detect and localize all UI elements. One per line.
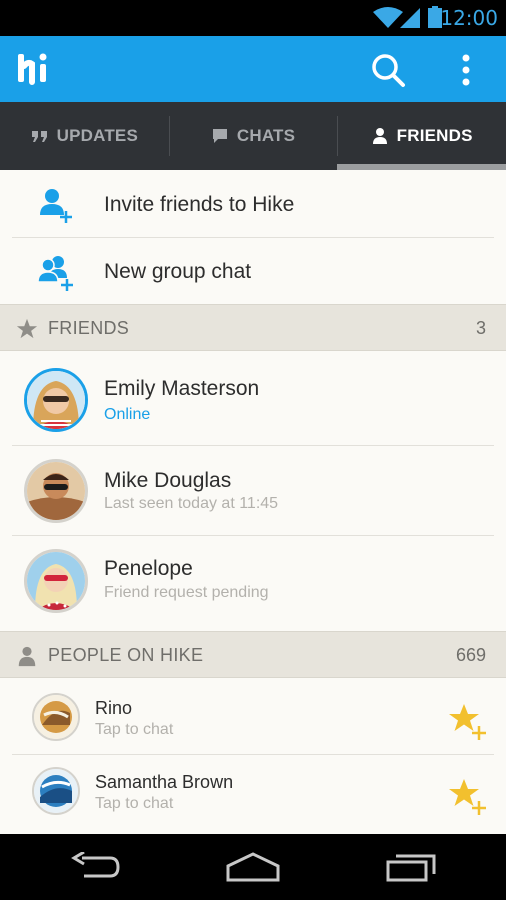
friend-name: Mike Douglas	[104, 469, 232, 492]
new-group-chat-label: New group chat	[104, 259, 252, 283]
avatar	[32, 767, 80, 815]
app-bar	[0, 36, 506, 102]
friend-name: Penelope	[104, 557, 193, 580]
friend-status: Friend request pending	[104, 584, 269, 601]
tab-bar: UPDATES CHATS FRIENDS	[0, 102, 506, 170]
back-icon[interactable]	[70, 852, 122, 882]
add-favorite-icon[interactable]	[448, 777, 488, 817]
chat-bubble-icon	[212, 129, 227, 143]
add-group-icon	[38, 255, 73, 291]
section-title: PEOPLE ON HIKE	[48, 645, 204, 665]
section-count: 3	[475, 318, 486, 338]
new-group-chat-row[interactable]: New group chat	[0, 238, 506, 305]
avatar	[24, 459, 88, 523]
person-subtitle: Tap to chat	[95, 721, 174, 738]
tab-chats[interactable]: CHATS	[168, 102, 338, 170]
person-row[interactable]: Rino Tap to chat	[0, 680, 506, 754]
tab-label: UPDATES	[56, 126, 139, 145]
invite-friends-label: Invite friends to Hike	[104, 192, 295, 216]
person-name: Rino	[95, 698, 133, 718]
tab-label: CHATS	[236, 126, 296, 145]
invite-friends-row[interactable]: Invite friends to Hike	[0, 171, 506, 238]
people-section-header: PEOPLE ON HIKE 669	[0, 631, 506, 678]
friend-row[interactable]: Penelope Friend request pending	[0, 536, 506, 626]
avatar	[24, 368, 88, 432]
add-person-icon	[40, 188, 72, 223]
status-bar: 12:00	[0, 0, 506, 36]
hike-logo-icon	[18, 53, 47, 85]
friends-section-header: FRIENDS 3	[0, 304, 506, 351]
add-favorite-icon[interactable]	[448, 702, 488, 742]
person-icon	[18, 646, 36, 667]
overflow-menu-icon[interactable]	[448, 50, 484, 90]
navigation-bar	[0, 834, 506, 900]
person-icon	[372, 128, 387, 144]
avatar	[24, 549, 88, 613]
friend-status: Last seen today at 11:45	[104, 495, 279, 512]
recent-apps-icon[interactable]	[384, 852, 438, 882]
tab-label: FRIENDS	[396, 126, 473, 145]
signal-icon	[400, 8, 420, 28]
search-icon[interactable]	[368, 50, 408, 90]
home-icon[interactable]	[226, 852, 280, 882]
tab-friends[interactable]: FRIENDS	[337, 102, 506, 170]
friend-status: Online	[104, 406, 151, 423]
friend-row[interactable]: Mike Douglas Last seen today at 11:45	[0, 446, 506, 536]
quote-icon	[31, 131, 47, 142]
section-count: 669	[455, 645, 486, 665]
friend-name: Emily Masterson	[104, 377, 260, 400]
friend-row[interactable]: Emily Masterson Online	[0, 352, 506, 442]
clock: 12:00	[440, 6, 498, 30]
person-name: Samantha Brown	[95, 772, 234, 792]
person-subtitle: Tap to chat	[95, 795, 174, 812]
tab-updates[interactable]: UPDATES	[0, 102, 169, 170]
section-title: FRIENDS	[48, 318, 130, 338]
star-icon	[16, 318, 38, 339]
avatar	[32, 693, 80, 741]
person-row[interactable]: Samantha Brown Tap to chat	[0, 755, 506, 829]
